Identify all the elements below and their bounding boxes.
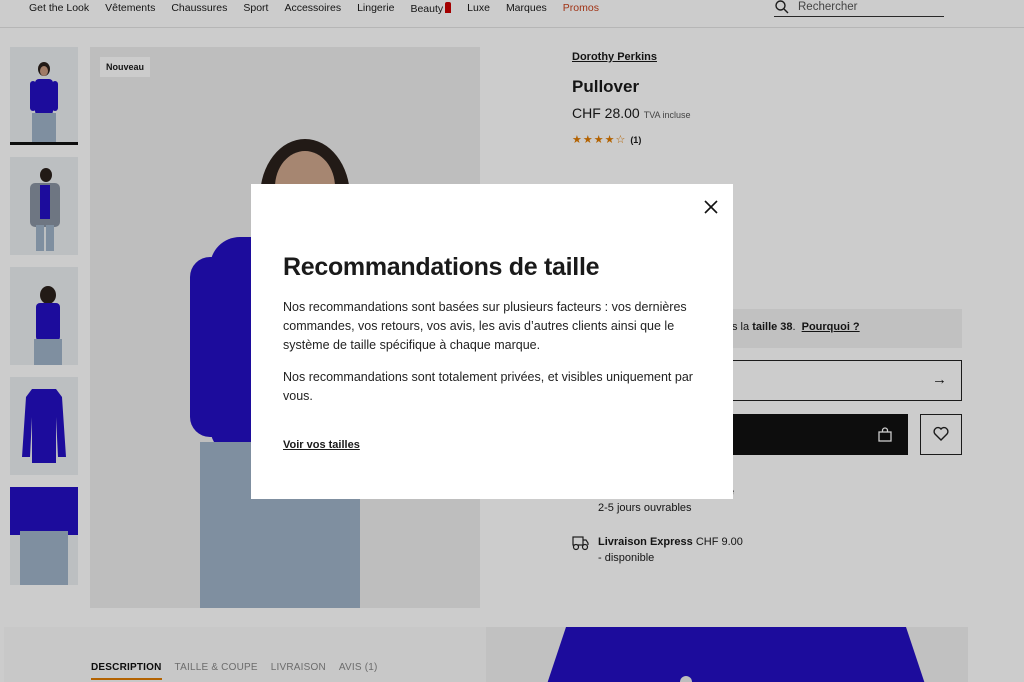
close-icon[interactable] <box>700 196 722 218</box>
view-sizes-link[interactable]: Voir vos tailles <box>283 439 360 451</box>
modal-title: Recommandations de taille <box>283 253 600 281</box>
size-recommendation-modal: Recommandations de taille Nos recommanda… <box>251 184 733 499</box>
modal-paragraph-2: Nos recommandations sont totalement priv… <box>283 370 693 403</box>
modal-paragraph-1: Nos recommandations sont basées sur plus… <box>283 300 687 352</box>
